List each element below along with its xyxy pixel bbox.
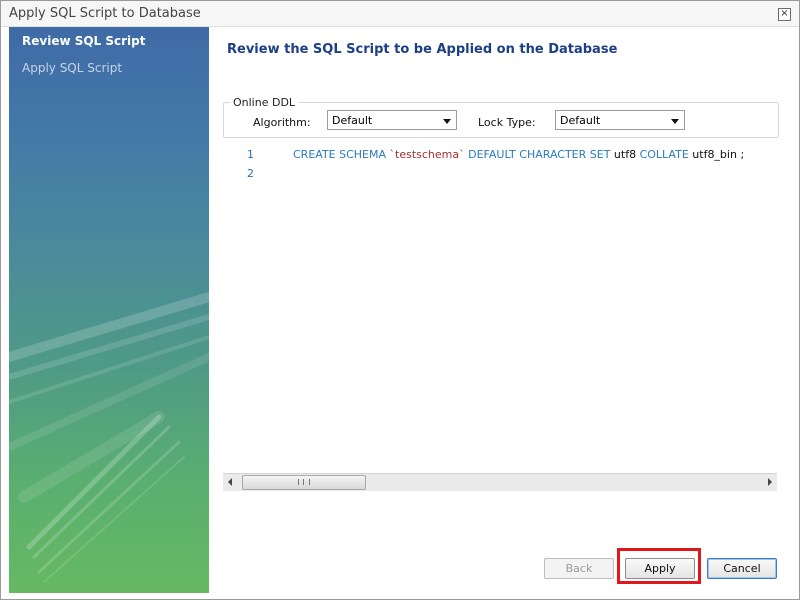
lock-type-select[interactable]: Default xyxy=(555,110,685,130)
sidebar-decoration xyxy=(9,292,209,583)
step-review-sql-script: Review SQL Script xyxy=(22,34,146,48)
online-ddl-group: Online DDL Algorithm: Default Lock Type:… xyxy=(223,96,779,138)
grip-icon xyxy=(298,479,310,485)
title-bar: Apply SQL Script to Database × xyxy=(1,1,799,27)
chevron-down-icon xyxy=(671,119,679,124)
close-icon[interactable]: × xyxy=(778,8,791,21)
scrollbar-thumb[interactable] xyxy=(242,475,366,490)
line-number: 1 xyxy=(247,148,254,161)
apply-highlight-box xyxy=(617,548,701,584)
lock-type-value: Default xyxy=(560,114,601,127)
line-number: 2 xyxy=(247,167,254,180)
horizontal-scrollbar[interactable] xyxy=(223,473,777,491)
main-panel: Review the SQL Script to be Applied on t… xyxy=(210,27,799,593)
wizard-sidebar: Review SQL Script Apply SQL Script xyxy=(9,27,209,593)
sql-terminator: ; xyxy=(740,148,745,161)
sql-line-1: CREATE SCHEMA `testschema` DEFAULT CHARA… xyxy=(293,148,744,161)
algorithm-value: Default xyxy=(332,114,373,127)
algorithm-select[interactable]: Default xyxy=(327,110,457,130)
algorithm-label: Algorithm: xyxy=(253,116,311,129)
sql-keyword: CREATE SCHEMA xyxy=(293,148,387,161)
back-button[interactable]: Back xyxy=(544,558,614,579)
apply-sql-dialog: Apply SQL Script to Database × Review SQ… xyxy=(0,0,800,600)
chevron-down-icon xyxy=(443,119,451,124)
online-ddl-legend: Online DDL xyxy=(230,96,299,109)
sql-charset: utf8 xyxy=(613,148,637,161)
scroll-right-icon[interactable] xyxy=(768,478,772,486)
sql-keyword: DEFAULT CHARACTER SET xyxy=(468,148,611,161)
page-title: Review the SQL Script to be Applied on t… xyxy=(227,42,618,57)
sql-schema-name: `testschema` xyxy=(389,148,465,161)
lock-type-label: Lock Type: xyxy=(478,116,536,129)
scroll-left-icon[interactable] xyxy=(228,478,232,486)
cancel-button[interactable]: Cancel xyxy=(707,558,777,579)
sql-keyword: COLLATE xyxy=(639,148,689,161)
sql-collation: utf8_bin xyxy=(692,148,737,161)
step-apply-sql-script: Apply SQL Script xyxy=(22,61,123,75)
window-title: Apply SQL Script to Database xyxy=(9,6,201,21)
sql-editor[interactable]: 1 2 CREATE SCHEMA `testschema` DEFAULT C… xyxy=(223,142,777,475)
